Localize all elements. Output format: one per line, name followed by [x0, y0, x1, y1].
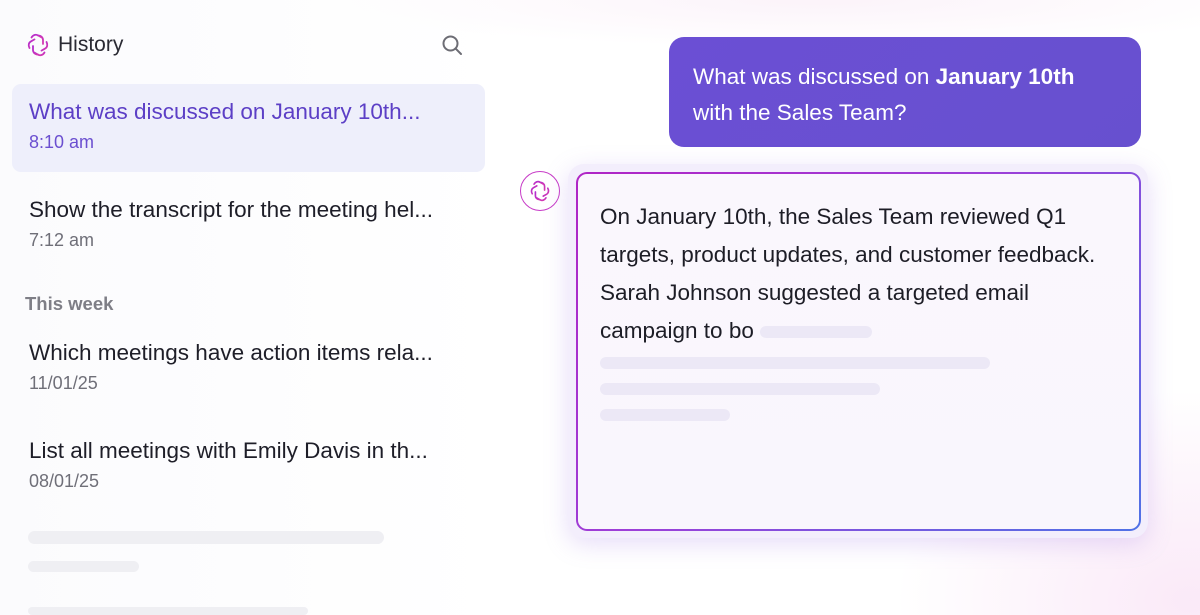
- response-skeleton-line: [600, 409, 730, 421]
- history-item-time: 8:10 am: [29, 132, 95, 152]
- history-sidebar: History What was discussed on January 10…: [0, 0, 497, 615]
- loading-skeleton-title: [28, 531, 384, 544]
- user-message-prefix: What was discussed on: [693, 64, 936, 89]
- user-message-suffix: with the Sales Team?: [693, 100, 907, 125]
- history-item-active[interactable]: What was discussed on January 10th... 8:…: [12, 84, 485, 172]
- history-item-time: 11/01/25: [29, 373, 98, 393]
- ai-response-card: On January 10th, the Sales Team reviewed…: [576, 172, 1141, 531]
- loading-skeleton-time: [28, 561, 139, 572]
- ai-response-text: On January 10th, the Sales Team reviewed…: [600, 198, 1120, 350]
- search-icon[interactable]: [440, 33, 464, 57]
- history-item[interactable]: List all meetings with Emily Davis in th…: [12, 423, 485, 511]
- history-item-title: Which meetings have action items rela...: [29, 340, 433, 365]
- user-message-bold: January 10th: [935, 64, 1075, 89]
- loading-skeleton-next: [28, 607, 308, 615]
- history-item-time: 7:12 am: [29, 230, 95, 250]
- history-item[interactable]: Show the transcript for the meeting hel.…: [12, 182, 485, 270]
- history-title: History: [58, 33, 124, 56]
- response-skeleton-line: [600, 383, 880, 395]
- history-item-time: 08/01/25: [29, 471, 100, 491]
- ai-avatar: [520, 171, 560, 211]
- typing-skeleton: [759, 326, 872, 339]
- history-item-title: List all meetings with Emily Davis in th…: [29, 438, 428, 463]
- ai-response-inner: On January 10th, the Sales Team reviewed…: [578, 174, 1139, 529]
- user-message-bubble: What was discussed on January 10th with …: [669, 37, 1141, 147]
- history-item-title: What was discussed on January 10th...: [29, 99, 421, 124]
- ai-response-content: On January 10th, the Sales Team reviewed…: [600, 204, 1096, 343]
- response-skeleton-line: [600, 357, 990, 369]
- section-label-this-week: This week: [25, 293, 114, 314]
- ai-logo-icon: [27, 33, 49, 57]
- sidebar-header: History: [26, 30, 466, 60]
- ai-logo-icon: [530, 180, 550, 202]
- history-item-title: Show the transcript for the meeting hel.…: [29, 197, 433, 222]
- history-item[interactable]: Which meetings have action items rela...…: [12, 325, 485, 413]
